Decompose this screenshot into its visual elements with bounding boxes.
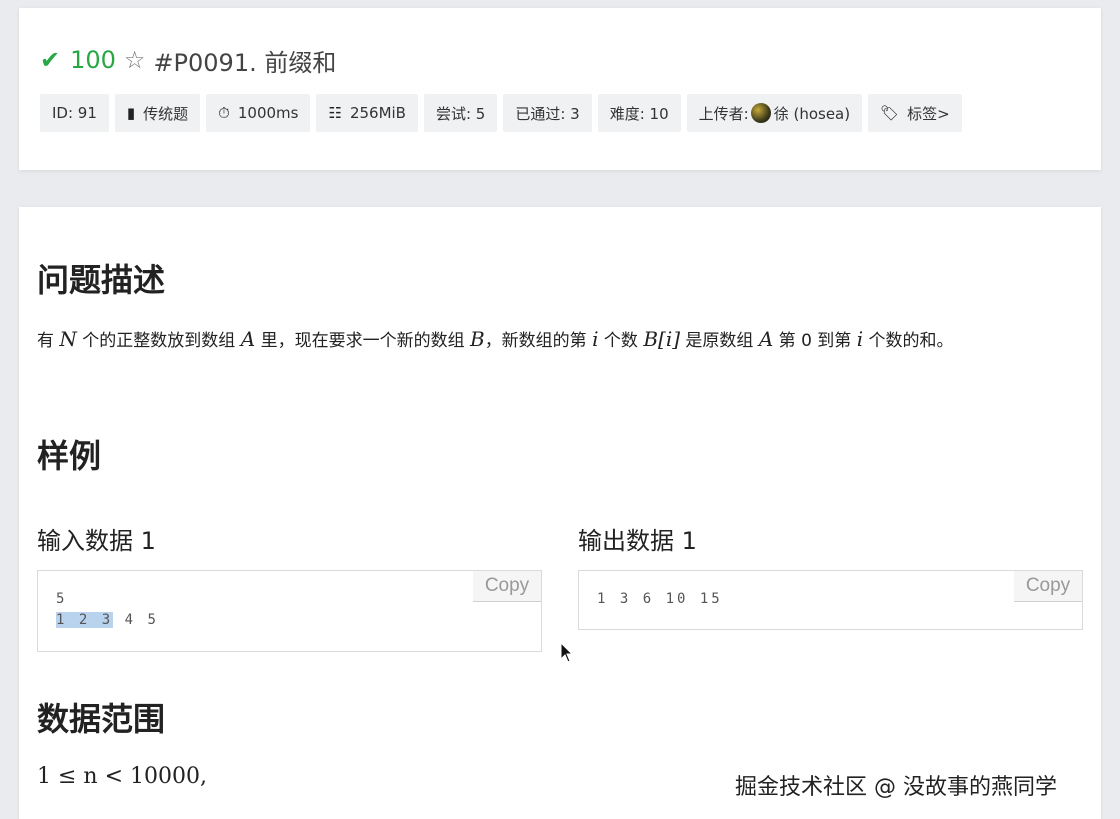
- tag-label: ID: 91: [52, 104, 97, 122]
- output-label: 输出数据 1: [578, 527, 697, 555]
- tag-label: 尝试: 5: [435, 104, 486, 123]
- copy-input-button[interactable]: Copy: [473, 571, 541, 602]
- desc-text: 有: [37, 331, 54, 351]
- tag-id: ID: 91: [40, 94, 109, 132]
- tag-time-limit: ⏱ 1000ms: [206, 94, 311, 132]
- score: 100: [70, 46, 116, 74]
- range-text: 1 ≤ n < 10000,: [37, 764, 207, 789]
- math-expr: B[i]: [643, 327, 681, 351]
- tag-label: 256MiB: [349, 104, 406, 122]
- book-icon: ▮: [126, 104, 136, 122]
- tag-labels[interactable]: 🏷 标签>: [868, 94, 962, 132]
- avatar: [750, 103, 771, 123]
- tag-memory-limit: ☷ 256MiB: [316, 94, 418, 132]
- input-line: 1 2 3 4 5: [56, 612, 159, 628]
- problem-tags: ID: 91 ▮ 传统题 ⏱ 1000ms ☷ 256MiB 尝试: 5 已通过…: [40, 94, 962, 132]
- desc-text: 个数的和。: [863, 331, 954, 351]
- desc-text: 是原数组: [680, 331, 759, 351]
- sample-heading: 样例: [37, 437, 102, 475]
- desc-text: ，新数组的第: [484, 331, 593, 351]
- desc-text: 里，现在要求一个新的数组: [255, 331, 470, 351]
- tag-type: ▮ 传统题: [114, 94, 201, 132]
- math-var: A: [240, 327, 256, 351]
- description-heading: 问题描述: [37, 261, 166, 299]
- tag-label: 传统题: [143, 104, 189, 123]
- tag-uploader[interactable]: 上传者: 徐 (hosea): [686, 94, 863, 132]
- math-var: A: [758, 327, 774, 351]
- tag-accepted: 已通过: 3: [503, 94, 592, 132]
- problem-content-card: 问题描述 有 N 个的正整数放到数组 A 里，现在要求一个新的数组 B，新数组的…: [19, 207, 1101, 819]
- tag-label: 1000ms: [237, 104, 299, 122]
- tag-label: 已通过: 3: [515, 104, 580, 123]
- timer-icon: ⏱: [218, 104, 230, 122]
- problem-header-card: ✔ 100 ☆ #P0091. 前缀和 ID: 91 ▮ 传统题 ⏱ 1000m…: [19, 8, 1101, 170]
- mouse-cursor-icon: [560, 642, 574, 663]
- problem-title: #P0091. 前缀和: [153, 48, 337, 77]
- memory-icon: ☷: [328, 104, 342, 122]
- output-line: 1 3 6 10 15: [597, 591, 723, 607]
- title-row: ✔ 100 ☆ #P0091. 前缀和: [40, 42, 336, 78]
- watermark: 掘金技术社区 @ 没故事的燕同学: [735, 775, 1057, 800]
- star-icon[interactable]: ☆: [124, 46, 146, 74]
- input-line: 5: [56, 591, 68, 607]
- uploader-prefix: 上传者:: [698, 104, 749, 123]
- desc-text: 个的正整数放到数组: [76, 331, 241, 351]
- uploader-name[interactable]: 徐 (hosea): [774, 103, 850, 124]
- sample-output-box[interactable]: Copy 1 3 6 10 15: [578, 570, 1083, 630]
- tag-attempts: 尝试: 5: [423, 94, 498, 132]
- tag-label[interactable]: 标签>: [907, 103, 950, 124]
- tag-icon: 🏷: [880, 104, 900, 122]
- check-icon: ✔: [40, 46, 61, 74]
- copy-output-button[interactable]: Copy: [1014, 571, 1082, 602]
- range-heading: 数据范围: [37, 700, 166, 738]
- sample-input-box[interactable]: Copy 5 1 2 3 4 5: [37, 570, 542, 652]
- input-label: 输入数据 1: [37, 527, 156, 555]
- input-text: 4 5: [113, 612, 159, 628]
- math-var: B: [469, 327, 485, 351]
- desc-text: 个数: [598, 331, 644, 351]
- math-var: N: [59, 327, 77, 351]
- desc-text: 第 0 到第: [773, 331, 857, 351]
- tag-difficulty: 难度: 10: [597, 94, 681, 132]
- description-text: 有 N 个的正整数放到数组 A 里，现在要求一个新的数组 B，新数组的第 i 个…: [37, 322, 1077, 358]
- selected-text: 1 2 3: [56, 612, 114, 628]
- tag-label: 难度: 10: [609, 104, 669, 123]
